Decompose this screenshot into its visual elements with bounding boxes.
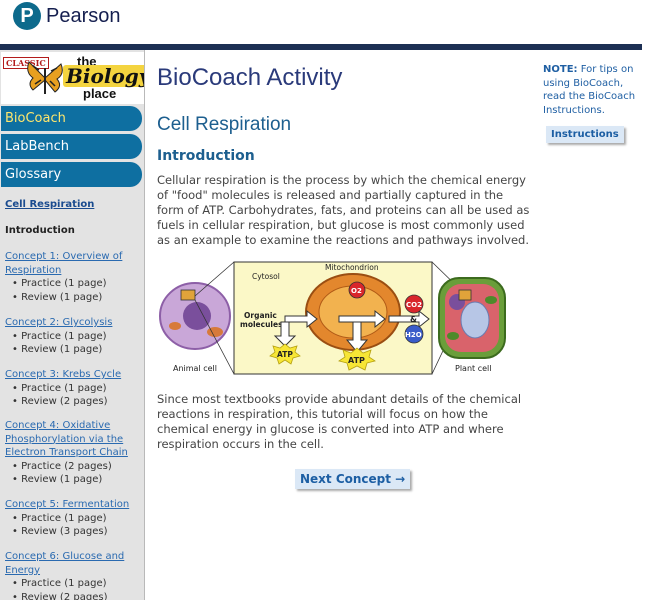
atp-label-mito: ATP xyxy=(348,356,365,365)
pearson-logo-text[interactable]: Pearson xyxy=(46,5,121,28)
toc-practice[interactable]: Practice (1 page) xyxy=(12,330,141,344)
toc-review[interactable]: Review (2 pages) xyxy=(12,591,141,600)
mitochondrion-label: Mitochondrion xyxy=(325,263,379,272)
toc-concept-4: Concept 4: Oxidative Phosphorylation via… xyxy=(5,419,141,487)
toc-concept-link[interactable]: Concept 3: Krebs Cycle xyxy=(5,368,141,382)
toc-concept-link[interactable]: Concept 2: Glycolysis xyxy=(5,316,141,330)
instructions-note: NOTE: For tips on using BioCoach, read t… xyxy=(543,63,643,117)
toc-practice[interactable]: Practice (2 pages) xyxy=(12,460,141,474)
toc-concept-5: Concept 5: Fermentation Practice (1 page… xyxy=(5,498,141,539)
and-label: & xyxy=(410,315,417,324)
toc-concept-3: Concept 3: Krebs Cycle Practice (1 page)… xyxy=(5,368,141,409)
pearson-logo-icon[interactable]: P xyxy=(13,2,41,30)
toc-review[interactable]: Review (1 page) xyxy=(12,343,141,357)
summary-paragraph: Since most textbooks provide abundant de… xyxy=(157,392,522,451)
co2-label: CO2 xyxy=(406,301,422,309)
cell-respiration-diagram: Animal cell Cytosol Mitochondrion O2 Org… xyxy=(159,261,506,375)
biology-place-logo[interactable]: CLASSIC the Biology place xyxy=(1,52,144,104)
nav-glossary[interactable]: Glossary xyxy=(1,162,142,187)
header: P Pearson xyxy=(0,0,651,44)
atp-label-cytosol: ATP xyxy=(277,350,293,359)
animal-cell-image xyxy=(159,282,231,350)
table-of-contents: Cell Respiration Introduction Concept 1:… xyxy=(5,198,141,600)
toc-review[interactable]: Review (3 pages) xyxy=(12,525,141,539)
toc-concept-link[interactable]: Concept 6: Glucose and Energy xyxy=(5,550,141,577)
toc-practice[interactable]: Practice (1 page) xyxy=(12,382,141,396)
toc-practice[interactable]: Practice (1 page) xyxy=(12,277,141,291)
animal-cell-label: Animal cell xyxy=(173,364,217,373)
plant-cell-image xyxy=(438,277,506,359)
toc-review[interactable]: Review (1 page) xyxy=(12,473,141,487)
toc-concept-2: Concept 2: Glycolysis Practice (1 page) … xyxy=(5,316,141,357)
section-title: Cell Respiration xyxy=(157,114,292,135)
toc-practice[interactable]: Practice (1 page) xyxy=(12,512,141,526)
page-title: BioCoach Activity xyxy=(157,64,343,91)
o2-label: O2 xyxy=(351,287,362,295)
toc-review[interactable]: Review (1 page) xyxy=(12,291,141,305)
toc-current-topic[interactable]: Cell Respiration xyxy=(5,198,141,212)
brand-biology: Biology xyxy=(63,65,144,87)
toc-introduction: Introduction xyxy=(5,225,75,236)
next-concept-button[interactable]: Next Concept → xyxy=(295,469,411,489)
toc-review[interactable]: Review (2 pages) xyxy=(12,395,141,409)
plant-cell-label: Plant cell xyxy=(455,364,491,373)
toc-concept-6: Concept 6: Glucose and Energy Practice (… xyxy=(5,550,141,600)
toc-concept-1: Concept 1: Overview of Respiration Pract… xyxy=(5,250,141,304)
brand-place: place xyxy=(83,86,117,101)
instructions-button[interactable]: Instructions xyxy=(546,126,624,143)
cytosol-label: Cytosol xyxy=(252,272,280,281)
butterfly-icon xyxy=(27,61,63,94)
main-content: BioCoach Activity Cell Respiration Intro… xyxy=(157,64,537,489)
molecules-label: molecules xyxy=(240,320,283,329)
subsection-title: Introduction xyxy=(157,148,255,164)
intro-paragraph: Cellular respiration is the process by w… xyxy=(157,173,530,247)
toc-concept-link[interactable]: Concept 4: Oxidative Phosphorylation via… xyxy=(5,419,141,460)
note-label: NOTE: xyxy=(543,64,578,75)
organic-label: Organic xyxy=(244,311,277,320)
toc-concept-link[interactable]: Concept 5: Fermentation xyxy=(5,498,141,512)
toc-practice[interactable]: Practice (1 page) xyxy=(12,577,141,591)
toc-concept-link[interactable]: Concept 1: Overview of Respiration xyxy=(5,250,141,277)
nav-labbench[interactable]: LabBench xyxy=(1,134,142,159)
h2o-label: H2O xyxy=(405,331,422,339)
sidebar: CLASSIC the Biology place BioCoach LabBe… xyxy=(0,50,145,600)
nav-biocoach[interactable]: BioCoach xyxy=(1,106,142,131)
